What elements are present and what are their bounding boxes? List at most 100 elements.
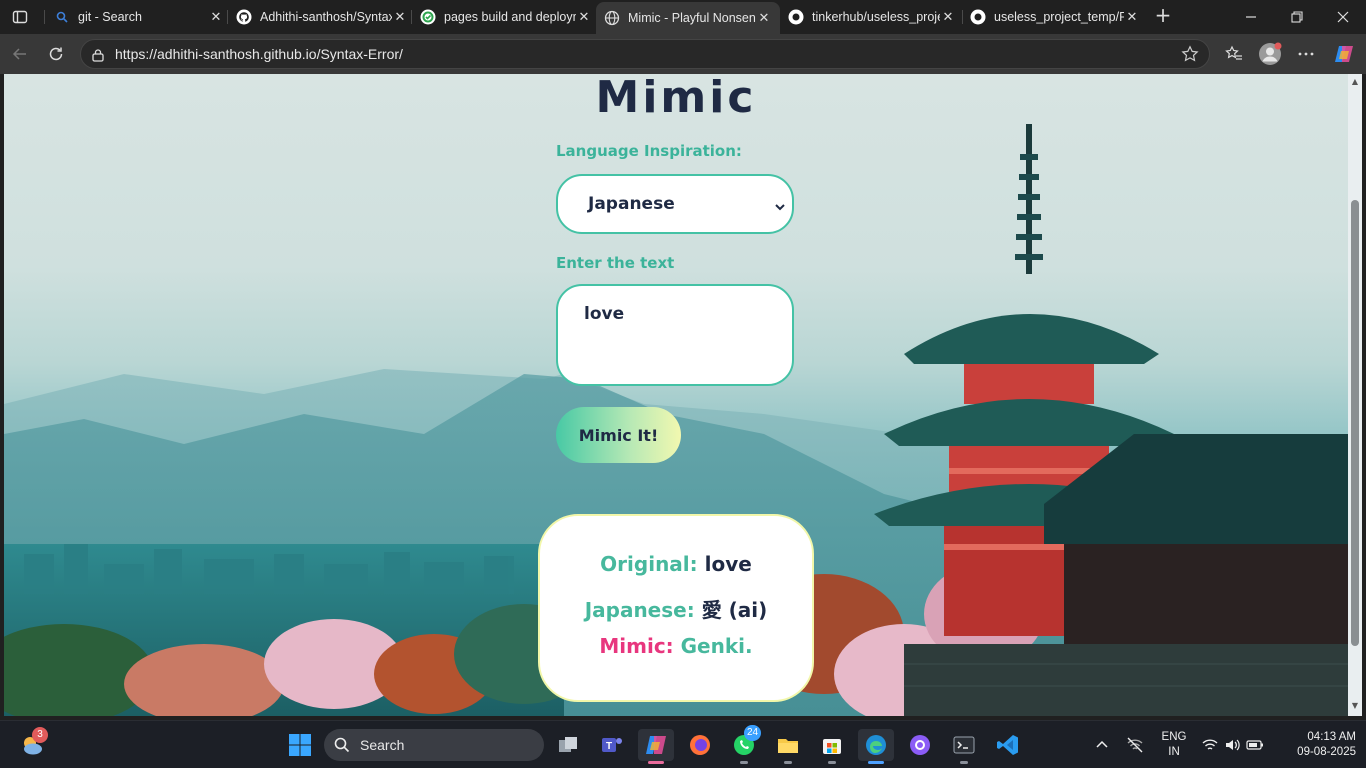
microsoft-store-icon [823,739,841,754]
close-tab-icon[interactable]: ✕ [208,9,224,25]
search-label: Search [360,737,405,753]
lang-line-1: ENG [1161,731,1187,743]
chevron-down-icon [774,198,786,218]
taskview-button[interactable] [552,729,584,761]
tab-pages-build[interactable]: pages build and deployment ✕ [420,4,592,30]
minimize-button[interactable] [1228,0,1274,34]
firefox-icon [690,735,710,755]
close-tab-icon[interactable]: ✕ [392,9,408,25]
favorites-button[interactable] [1220,40,1248,68]
address-bar[interactable]: https://adhithi-santhosh.github.io/Synta… [80,39,1210,69]
settings-menu-button[interactable] [1292,40,1320,68]
tab-actions-button[interactable] [8,6,32,28]
running-indicator [960,761,968,764]
github-actions-icon [420,9,436,25]
github-desktop-button[interactable] [904,729,936,761]
tab-divider [44,10,45,24]
result-card: Original: love Japanese: 愛 (ai) Mimic: G… [538,514,814,702]
mimic-value: Genki. [680,634,753,658]
taskbar-search[interactable]: Search [324,729,544,761]
terminal-button[interactable] [948,729,980,764]
github-icon [788,9,804,25]
scroll-up-icon[interactable]: ▲ [1351,78,1359,86]
firefox-button[interactable] [684,729,716,761]
edge-browser-icon [866,735,886,755]
clock-date: 09-08-2025 [1297,746,1356,758]
page-title: Mimic [595,74,757,123]
back-button[interactable] [6,40,34,68]
refresh-button[interactable] [42,40,70,68]
weather-badge: 3 [32,727,48,743]
tab-title: tinkerhub/useless_project [812,10,940,24]
close-tab-icon[interactable]: ✕ [1124,9,1140,25]
github-desktop-icon [910,735,930,755]
no-internet-icon [1127,737,1143,753]
browser-toolbar: https://adhithi-santhosh.github.io/Synta… [0,34,1366,74]
tab-git-search[interactable]: git - Search ✕ [54,4,224,30]
language-selected-value: Japanese [588,194,675,214]
battery-icon [1246,740,1263,750]
language-key: Japanese: [584,598,695,622]
input-language-indicator[interactable]: ENG IN [1156,730,1192,760]
quick-settings-button[interactable] [1198,729,1268,761]
favorites-icon [1225,45,1242,60]
text-input[interactable]: love [556,284,794,386]
tab-tinkerhub[interactable]: tinkerhub/useless_project ✕ [788,4,956,30]
close-tab-icon[interactable]: ✕ [756,10,772,26]
chevron-up-icon [1096,740,1108,748]
store-button[interactable] [816,729,848,764]
site-info-icon[interactable] [91,47,105,66]
scroll-down-icon[interactable]: ▼ [1351,702,1359,710]
file-explorer-button[interactable] [772,729,804,764]
back-arrow-icon [12,48,26,60]
language-value: 愛 (ai) [701,598,768,622]
more-dots-icon [1298,52,1314,56]
whatsapp-badge: 24 [744,725,762,741]
teams-button[interactable]: T [596,729,628,761]
address-url[interactable]: https://adhithi-santhosh.github.io/Synta… [115,46,403,62]
running-indicator [868,761,884,764]
tab-useless-project-temp[interactable]: useless_project_temp/README ✕ [970,4,1140,30]
task-view-icon [559,737,577,752]
folder-icon [778,739,798,753]
close-tab-icon[interactable]: ✕ [940,9,956,25]
tab-title: Adhithi-santhosh/Syntax-Error [260,10,392,24]
tab-mimic[interactable]: Mimic - Playful Nonsense ✕ [596,2,780,34]
copilot-icon [1335,46,1353,62]
tab-title: pages build and deployment [444,10,576,24]
copilot-button[interactable] [1330,40,1358,68]
minimize-icon [1246,16,1256,18]
start-button[interactable] [284,729,316,761]
copilot-taskbar-button[interactable] [638,729,674,764]
network-off-button[interactable] [1122,729,1148,761]
profile-button[interactable] [1256,40,1284,68]
vscode-button[interactable] [992,729,1024,761]
language-select[interactable]: Japanese [556,174,794,234]
close-tab-icon[interactable]: ✕ [576,9,592,25]
favorite-star-icon[interactable] [1181,45,1199,67]
mimic-it-button[interactable]: Mimic It! [556,407,681,463]
whatsapp-button[interactable]: 24 [728,725,762,764]
running-indicator [784,761,792,764]
tab-github-syntax-error[interactable]: Adhithi-santhosh/Syntax-Error ✕ [236,4,408,30]
clock[interactable]: 04:13 AM 09-08-2025 [1278,730,1356,760]
running-indicator [828,761,836,764]
language-label: Language Inspiration: [556,142,742,160]
new-tab-button[interactable]: + [1152,5,1174,27]
svg-text:T: T [606,741,612,752]
edge-button[interactable] [858,729,894,764]
original-value: love [704,552,752,576]
lang-line-2: IN [1168,746,1180,758]
running-indicator [740,761,748,764]
restore-button[interactable] [1274,0,1320,34]
search-icon [54,9,70,25]
page-scrollbar[interactable]: ▲ ▼ [1348,74,1362,716]
tab-divider [227,10,228,24]
original-key: Original: [600,552,698,576]
globe-icon [604,10,620,26]
weather-widget[interactable]: 3 [16,727,48,761]
close-window-button[interactable] [1320,0,1366,34]
show-hidden-icons-button[interactable] [1090,729,1114,761]
teams-icon: T [602,738,622,752]
scrollbar-thumb[interactable] [1351,200,1359,646]
